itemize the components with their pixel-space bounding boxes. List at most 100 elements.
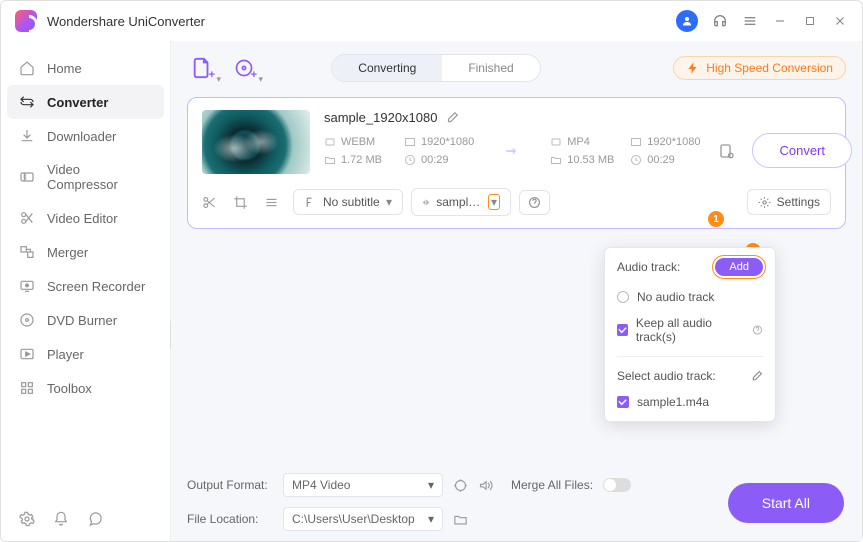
close-button[interactable] <box>832 13 848 29</box>
tab-group: Converting Finished <box>331 54 540 82</box>
video-thumbnail[interactable] <box>202 110 310 174</box>
home-icon <box>19 60 35 76</box>
menu-icon[interactable] <box>742 13 758 29</box>
gpu-icon[interactable] <box>453 478 468 493</box>
volume-icon[interactable] <box>478 478 493 493</box>
audio-track-dropdown: Audio track: Add No audio track Keep all… <box>604 247 776 422</box>
rename-icon[interactable] <box>445 111 459 125</box>
keep-all-option[interactable]: Keep all audio track(s) <box>605 310 775 350</box>
sidebar-item-recorder[interactable]: Screen Recorder <box>1 269 170 303</box>
sidebar-item-label: Video Editor <box>47 211 118 226</box>
support-icon[interactable] <box>712 13 728 29</box>
hsc-label: High Speed Conversion <box>706 61 833 75</box>
high-speed-conversion-button[interactable]: High Speed Conversion <box>673 56 846 80</box>
merge-label: Merge All Files: <box>511 478 593 492</box>
edit-icon[interactable] <box>750 370 763 383</box>
sidebar-item-label: Video Compressor <box>47 162 152 192</box>
sidebar-item-label: Merger <box>47 245 88 260</box>
merge-toggle[interactable] <box>603 478 631 492</box>
output-format-label: Output Format: <box>187 478 273 492</box>
file-settings-button[interactable]: Settings <box>747 189 831 215</box>
account-icon[interactable] <box>676 10 698 32</box>
sidebar: Home Converter Downloader Video Compress… <box>1 41 171 541</box>
editor-icon <box>19 210 35 226</box>
dropdown-title: Audio track: <box>617 260 680 274</box>
help-icon <box>528 196 541 209</box>
sidebar-item-merger[interactable]: Merger <box>1 235 170 269</box>
sidebar-item-label: Toolbox <box>47 381 92 396</box>
folder-icon <box>324 154 336 166</box>
compressor-icon <box>19 169 35 185</box>
file-name: sample_1920x1080 <box>324 110 437 125</box>
player-icon <box>19 346 35 362</box>
output-settings-icon[interactable] <box>718 142 736 160</box>
sidebar-item-label: Screen Recorder <box>47 279 145 294</box>
sidebar-item-converter[interactable]: Converter <box>7 85 164 119</box>
format-icon <box>324 136 336 148</box>
notification-icon[interactable] <box>53 511 69 527</box>
app-logo-icon <box>15 10 37 32</box>
main-panel: +▾ +▾ Converting Finished High Speed Con… <box>171 41 862 541</box>
audio-track-select[interactable]: sample1.m4a ▾ <box>411 188 511 216</box>
help-icon[interactable] <box>752 324 763 336</box>
sidebar-item-label: Home <box>47 61 82 76</box>
titlebar: Wondershare UniConverter <box>1 1 862 41</box>
minimize-button[interactable] <box>772 13 788 29</box>
sidebar-item-downloader[interactable]: Downloader <box>1 119 170 153</box>
effect-icon[interactable] <box>264 195 279 210</box>
trim-icon[interactable] <box>202 195 217 210</box>
subtitle-select[interactable]: No subtitle ▾ <box>293 189 403 215</box>
gear-icon <box>758 196 771 209</box>
sidebar-item-home[interactable]: Home <box>1 51 170 85</box>
file-location-label: File Location: <box>187 512 273 526</box>
tab-converting[interactable]: Converting <box>332 55 442 81</box>
recorder-icon <box>19 278 35 294</box>
sidebar-item-compressor[interactable]: Video Compressor <box>1 153 170 201</box>
select-audio-label: Select audio track: <box>617 369 716 383</box>
sidebar-item-label: Downloader <box>47 129 116 144</box>
sidebar-item-label: DVD Burner <box>47 313 117 328</box>
open-folder-icon[interactable] <box>453 512 468 527</box>
sidebar-item-toolbox[interactable]: Toolbox <box>1 371 170 405</box>
add-dvd-button[interactable]: +▾ <box>229 53 259 83</box>
tab-finished[interactable]: Finished <box>442 55 539 81</box>
add-audio-button[interactable]: Add <box>715 258 763 276</box>
convert-button[interactable]: Convert <box>752 133 852 168</box>
app-title: Wondershare UniConverter <box>47 14 205 29</box>
maximize-button[interactable] <box>802 13 818 29</box>
audio-icon <box>422 196 430 209</box>
callout-badge-1: 1 <box>708 211 724 227</box>
start-all-button[interactable]: Start All <box>728 483 844 523</box>
lightning-icon <box>686 61 700 75</box>
chevron-down-icon: ▾ <box>386 195 392 209</box>
file-card: sample_1920x1080 WEBM 1.72 MB 1920*1080 <box>187 97 846 229</box>
sidebar-item-dvd[interactable]: DVD Burner <box>1 303 170 337</box>
dvd-icon <box>19 312 35 328</box>
radio-icon <box>617 291 629 303</box>
resolution-icon <box>404 136 416 148</box>
checkbox-checked-icon <box>617 324 628 336</box>
help-button[interactable] <box>519 190 550 215</box>
sidebar-item-label: Player <box>47 347 84 362</box>
clock-icon <box>404 154 416 166</box>
add-file-button[interactable]: +▾ <box>187 53 217 83</box>
crop-icon[interactable] <box>233 195 248 210</box>
converter-icon <box>19 94 35 110</box>
audio-track-option[interactable]: sample1.m4a <box>605 389 775 415</box>
subtitle-icon <box>304 196 317 209</box>
sidebar-item-editor[interactable]: Video Editor <box>1 201 170 235</box>
file-location-select[interactable]: C:\Users\User\Desktop▾ <box>283 507 443 531</box>
sidebar-item-player[interactable]: Player <box>1 337 170 371</box>
download-icon <box>19 128 35 144</box>
clock-icon <box>630 154 642 166</box>
merger-icon <box>19 244 35 260</box>
arrow-icon <box>502 141 522 161</box>
resolution-icon <box>630 136 642 148</box>
output-format-select[interactable]: MP4 Video▾ <box>283 473 443 497</box>
checkbox-checked-icon <box>617 396 629 408</box>
feedback-icon[interactable] <box>87 511 103 527</box>
toolbox-icon <box>19 380 35 396</box>
settings-icon[interactable] <box>19 511 35 527</box>
no-audio-option[interactable]: No audio track <box>605 284 775 310</box>
sidebar-item-label: Converter <box>47 95 108 110</box>
